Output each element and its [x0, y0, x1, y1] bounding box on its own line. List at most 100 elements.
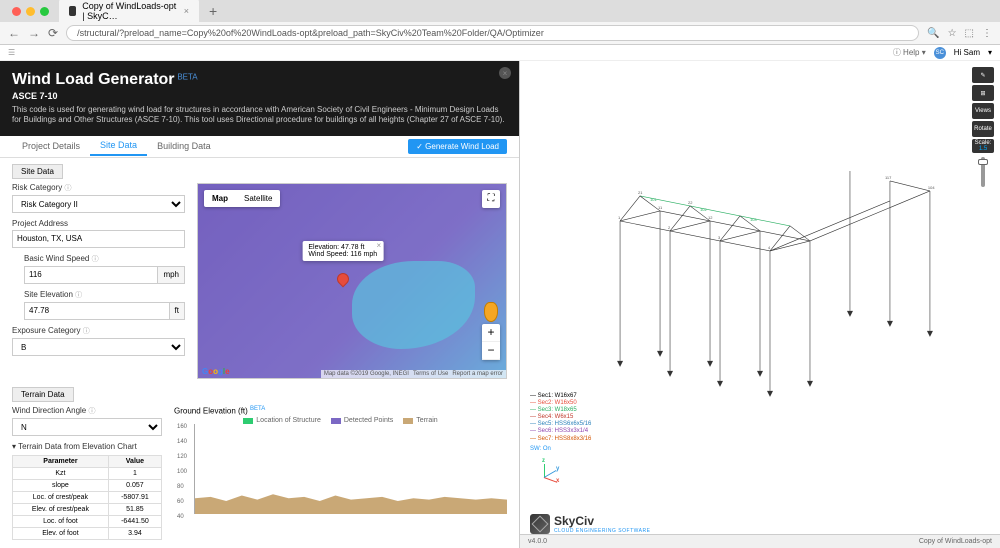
map-container[interactable]: Map Satellite ⛶ × Elevation: 47.78 ft Wi… — [197, 183, 507, 379]
scale-slider[interactable] — [981, 157, 985, 187]
svg-text:2: 2 — [668, 225, 671, 230]
table-row: Loc. of foot-6441.50 — [13, 515, 162, 527]
terrain-data-section-tab[interactable]: Terrain Data — [12, 387, 74, 402]
svg-text:117: 117 — [885, 175, 892, 180]
map-fullscreen-button[interactable]: ⛶ — [482, 190, 500, 208]
favicon-icon — [69, 6, 76, 16]
map-type-satellite[interactable]: Satellite — [236, 190, 280, 207]
risk-category-label: Risk Category ⓘ — [12, 183, 185, 193]
tab-building-data[interactable]: Building Data — [147, 137, 221, 155]
grid-tool-button[interactable]: ⊞ — [972, 85, 994, 101]
svg-text:22: 22 — [688, 200, 693, 205]
3d-viewer[interactable]: 123 41112 2122 117104 101102103 — [520, 61, 1000, 548]
svg-text:103: 103 — [750, 217, 757, 222]
section-legend-item: — Sec7: HSS8x8x3/16 — [530, 436, 591, 443]
section-legend-item: — Sec4: W6x15 — [530, 414, 591, 421]
skyciv-logo: SkyCiv CLOUD ENGINEERING SOFTWARE — [530, 514, 650, 534]
url-input[interactable]: /structural/?preload_name=Copy%20of%20Wi… — [66, 25, 919, 41]
address-icons: 🔍 ☆ ⬚ ⋮ — [927, 28, 992, 39]
views-button[interactable]: Views — [972, 103, 994, 119]
info-icon[interactable]: ⓘ — [89, 408, 96, 415]
browser-chrome: Copy of WindLoads-opt | SkyC… × + ← → ⟳ … — [0, 0, 1000, 45]
info-icon[interactable]: ⓘ — [75, 292, 82, 299]
map-info-popup: × Elevation: 47.78 ft Wind Speed: 116 mp… — [302, 241, 383, 261]
beta-badge: BETA — [177, 73, 197, 82]
logo-icon — [530, 514, 550, 534]
star-icon[interactable]: ☆ — [948, 28, 957, 39]
new-tab-button[interactable]: + — [203, 3, 223, 19]
structure-wireframe: 123 41112 2122 117104 101102103 — [520, 61, 1000, 441]
scale-indicator: Scale:1.5 — [972, 139, 994, 153]
close-window-icon[interactable] — [12, 7, 21, 16]
generate-wind-load-button[interactable]: ✓ Generate Wind Load — [408, 139, 507, 154]
section-legend-item: — Sec6: HSS3x3x1/4 — [530, 428, 591, 435]
section-legend-item: — Sec1: W16x67 — [530, 393, 591, 400]
svg-text:12: 12 — [708, 215, 713, 220]
menu-icon[interactable]: ⋮ — [982, 28, 992, 39]
svg-text:11: 11 — [658, 205, 663, 210]
user-avatar[interactable]: SC — [934, 47, 946, 59]
risk-category-select[interactable]: Risk Category II — [12, 195, 185, 213]
zoom-in-button[interactable]: + — [482, 324, 500, 342]
search-icon[interactable]: 🔍 — [927, 28, 939, 39]
user-menu-chevron-icon[interactable]: ▾ — [988, 48, 992, 57]
project-address-input[interactable] — [12, 230, 185, 248]
svg-text:4: 4 — [768, 245, 771, 250]
elevation-chart: Ground Elevation (ft) BETA Location of S… — [174, 406, 507, 516]
wind-speed-unit: mph — [158, 266, 185, 284]
info-icon[interactable]: ⓘ — [92, 256, 99, 263]
terrain-table: Parameter Value Kzt1slope0.057Loc. of cr… — [12, 455, 162, 540]
help-button[interactable]: ⓘ Help ▾ — [893, 47, 926, 58]
info-icon[interactable]: ⓘ — [64, 185, 71, 192]
popup-close-icon[interactable]: × — [376, 241, 381, 250]
hamburger-icon[interactable]: ☰ — [8, 48, 15, 57]
map-marker-icon[interactable] — [337, 273, 349, 285]
terrain-col-value: Value — [108, 455, 161, 467]
terrain-data-toggle[interactable]: ▾ Terrain Data from Elevation Chart — [12, 442, 162, 451]
report-error-link[interactable]: Report a map error — [452, 371, 503, 377]
sections-legend: — Sec1: W16x67— Sec2: W16x50— Sec3: W18x… — [530, 393, 591, 454]
basic-wind-speed-input[interactable] — [24, 266, 158, 284]
app-footer: v4.0.0 Copy of WindLoads-opt — [520, 534, 1000, 548]
edit-tool-button[interactable]: ✎ — [972, 67, 994, 83]
site-data-section-tab[interactable]: Site Data — [12, 164, 63, 179]
site-elevation-input[interactable] — [24, 302, 170, 320]
back-button[interactable]: ← — [8, 26, 20, 40]
rotate-button[interactable]: Rotate — [972, 121, 994, 137]
pegman-icon[interactable] — [484, 302, 498, 322]
form-scroll-area[interactable]: Site Data Risk Category ⓘ Risk Category … — [0, 158, 519, 548]
forward-button[interactable]: → — [28, 26, 40, 40]
panel-header: × Wind Load Generator BETA ASCE 7-10 Thi… — [0, 61, 519, 136]
reload-button[interactable]: ⟳ — [48, 26, 58, 40]
wind-direction-label: Wind Direction Angle ⓘ — [12, 406, 162, 416]
tab-strip: Copy of WindLoads-opt | SkyC… × + — [0, 0, 1000, 22]
3d-viewer-panel: 123 41112 2122 117104 101102103 — [519, 61, 1000, 548]
exposure-category-select[interactable]: B — [12, 338, 185, 356]
user-greeting: Hi Sam — [954, 48, 980, 57]
filename-label: Copy of WindLoads-opt — [919, 538, 992, 545]
minimize-window-icon[interactable] — [26, 7, 35, 16]
info-icon[interactable]: ⓘ — [83, 328, 90, 335]
tab-close-icon[interactable]: × — [184, 6, 189, 16]
elevation-legend: Location of Structure Detected Points Te… — [174, 417, 507, 424]
svg-text:3: 3 — [718, 235, 721, 240]
wind-direction-select[interactable]: N — [12, 418, 162, 436]
window-controls — [6, 7, 55, 16]
wind-load-panel: × Wind Load Generator BETA ASCE 7-10 Thi… — [0, 61, 519, 548]
map-type-map[interactable]: Map — [204, 190, 236, 207]
axis-gizmo: z x y — [534, 462, 560, 488]
maximize-window-icon[interactable] — [40, 7, 49, 16]
zoom-out-button[interactable]: − — [482, 342, 500, 360]
extension-icon[interactable]: ⬚ — [965, 28, 974, 39]
elevation-unit: ft — [170, 302, 185, 320]
site-elevation-label: Site Elevation ⓘ — [24, 290, 185, 300]
browser-tab[interactable]: Copy of WindLoads-opt | SkyC… × — [59, 0, 199, 24]
terms-link[interactable]: Terms of Use — [413, 371, 448, 377]
tab-site-data[interactable]: Site Data — [90, 136, 147, 156]
tab-project-details[interactable]: Project Details — [12, 137, 90, 155]
terrain-col-parameter: Parameter — [13, 455, 109, 467]
self-weight-indicator: SW: On — [530, 446, 591, 453]
close-panel-button[interactable]: × — [499, 67, 511, 79]
viewer-toolbar: ✎ ⊞ Views Rotate Scale:1.5 — [972, 67, 994, 189]
app-main: × Wind Load Generator BETA ASCE 7-10 Thi… — [0, 61, 1000, 548]
